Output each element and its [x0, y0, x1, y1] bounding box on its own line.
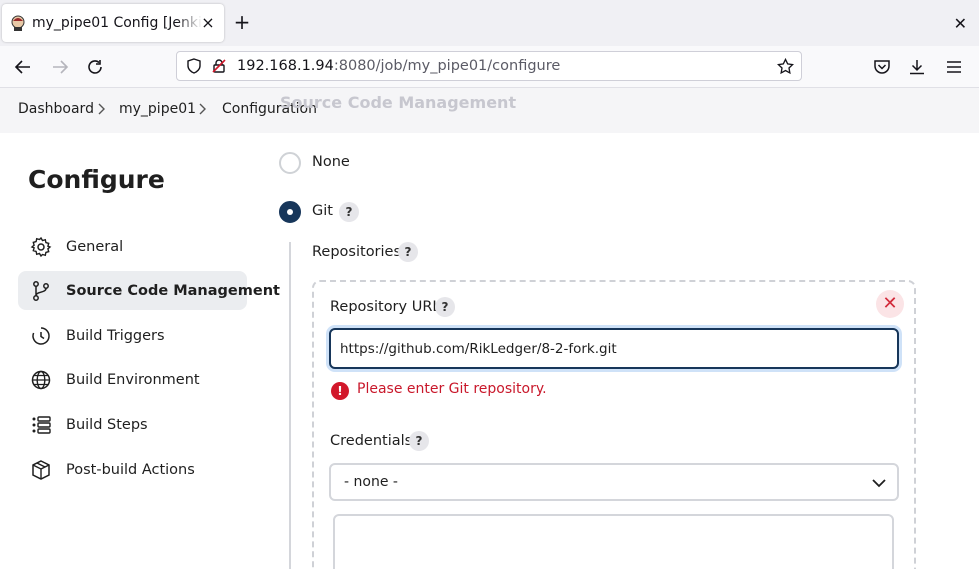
jenkins-favicon-icon: [11, 15, 25, 31]
repositories-help-icon[interactable]: ?: [398, 242, 418, 262]
reload-button[interactable]: [84, 56, 106, 78]
scm-git-radio[interactable]: [279, 201, 301, 223]
credentials-selected-value: - none -: [344, 474, 398, 490]
sidebar-item-label: Build Triggers: [66, 327, 165, 344]
repository-url-label: Repository URL: [330, 299, 441, 315]
browser-tab-strip: my_pipe01 Config [Jenkins] × + ✕: [0, 0, 979, 46]
new-tab-button[interactable]: +: [232, 12, 252, 33]
tab-close-icon[interactable]: ×: [200, 15, 216, 31]
sidebar-item-build-environment[interactable]: Build Environment: [18, 360, 247, 399]
browser-nav-bar: 192.168.1.94:8080/job/my_pipe01/configur…: [0, 46, 979, 88]
delete-repository-button[interactable]: ✕: [876, 290, 904, 318]
credentials-select[interactable]: - none -: [329, 463, 899, 501]
package-icon: [30, 459, 52, 481]
menu-button[interactable]: [943, 56, 965, 78]
scm-none-radio[interactable]: [279, 152, 301, 174]
hamburger-menu-icon: [947, 61, 961, 73]
repository-url-error: Please enter Git repository.: [357, 381, 547, 397]
sidebar-item-label: Source Code Management: [66, 282, 280, 299]
error-icon: !: [331, 382, 349, 400]
sticky-section-title: Source Code Management: [280, 93, 517, 112]
reload-icon: [88, 60, 102, 74]
address-bar[interactable]: 192.168.1.94:8080/job/my_pipe01/configur…: [176, 51, 802, 81]
window-close-button[interactable]: ✕: [954, 14, 967, 33]
chevron-right-icon: [199, 103, 206, 115]
sidebar-item-build-steps[interactable]: Build Steps: [18, 405, 247, 444]
forward-button[interactable]: [49, 56, 71, 78]
sidebar-item-label: Post-build Actions: [66, 461, 195, 478]
downloads-button[interactable]: [906, 56, 928, 78]
breadcrumb-dashboard[interactable]: Dashboard: [18, 101, 94, 117]
clock-icon: [30, 325, 52, 347]
credentials-label: Credentials: [330, 433, 413, 449]
breadcrumb-job[interactable]: my_pipe01: [119, 101, 196, 117]
url-host: 192.168.1.94: [237, 58, 334, 74]
sidebar-item-build-triggers[interactable]: Build Triggers: [18, 316, 247, 355]
page-title: Configure: [28, 165, 165, 194]
list-icon: [30, 414, 52, 436]
pocket-button[interactable]: [871, 56, 893, 78]
pocket-icon: [874, 60, 890, 74]
gear-icon: [30, 236, 52, 258]
repository-url-input[interactable]: [329, 328, 899, 369]
url-path: :8080/job/my_pipe01/configure: [333, 58, 561, 74]
back-button[interactable]: [12, 56, 34, 78]
arrow-right-icon: [53, 60, 69, 74]
chevron-right-icon: [98, 103, 105, 115]
sidebar-item-label: Build Environment: [66, 371, 200, 388]
sidebar-item-post-build-actions[interactable]: Post-build Actions: [18, 450, 247, 489]
section-divider: [289, 242, 291, 569]
insecure-lock-icon[interactable]: [211, 58, 227, 74]
globe-icon: [30, 369, 52, 391]
git-help-icon[interactable]: ?: [339, 202, 359, 222]
sidebar-item-label: General: [66, 238, 124, 255]
shield-icon[interactable]: [186, 58, 202, 74]
sidebar-item-source-code-management[interactable]: Source Code Management: [18, 271, 280, 310]
git-branch-icon: [30, 280, 52, 302]
tab-title: my_pipe01 Config [Jenkins]: [32, 15, 202, 31]
scm-none-label[interactable]: None: [312, 154, 350, 170]
sidebar-item-general[interactable]: General: [18, 227, 247, 266]
credentials-help-icon[interactable]: ?: [409, 431, 429, 451]
sidebar-item-label: Build Steps: [66, 416, 148, 433]
repositories-label: Repositories: [312, 244, 402, 260]
breadcrumb: Dashboard my_pipe01 Configuration Source…: [0, 88, 979, 133]
next-field-box[interactable]: [333, 514, 894, 569]
url-text: 192.168.1.94:8080/job/my_pipe01/configur…: [237, 58, 560, 74]
repository-url-help-icon[interactable]: ?: [435, 297, 455, 317]
scm-git-label[interactable]: Git: [312, 203, 333, 219]
browser-tab[interactable]: my_pipe01 Config [Jenkins] ×: [2, 4, 224, 42]
chevron-down-icon: [872, 479, 886, 488]
bookmark-star-icon[interactable]: [777, 58, 794, 75]
arrow-left-icon: [14, 60, 30, 74]
download-icon: [910, 60, 924, 75]
